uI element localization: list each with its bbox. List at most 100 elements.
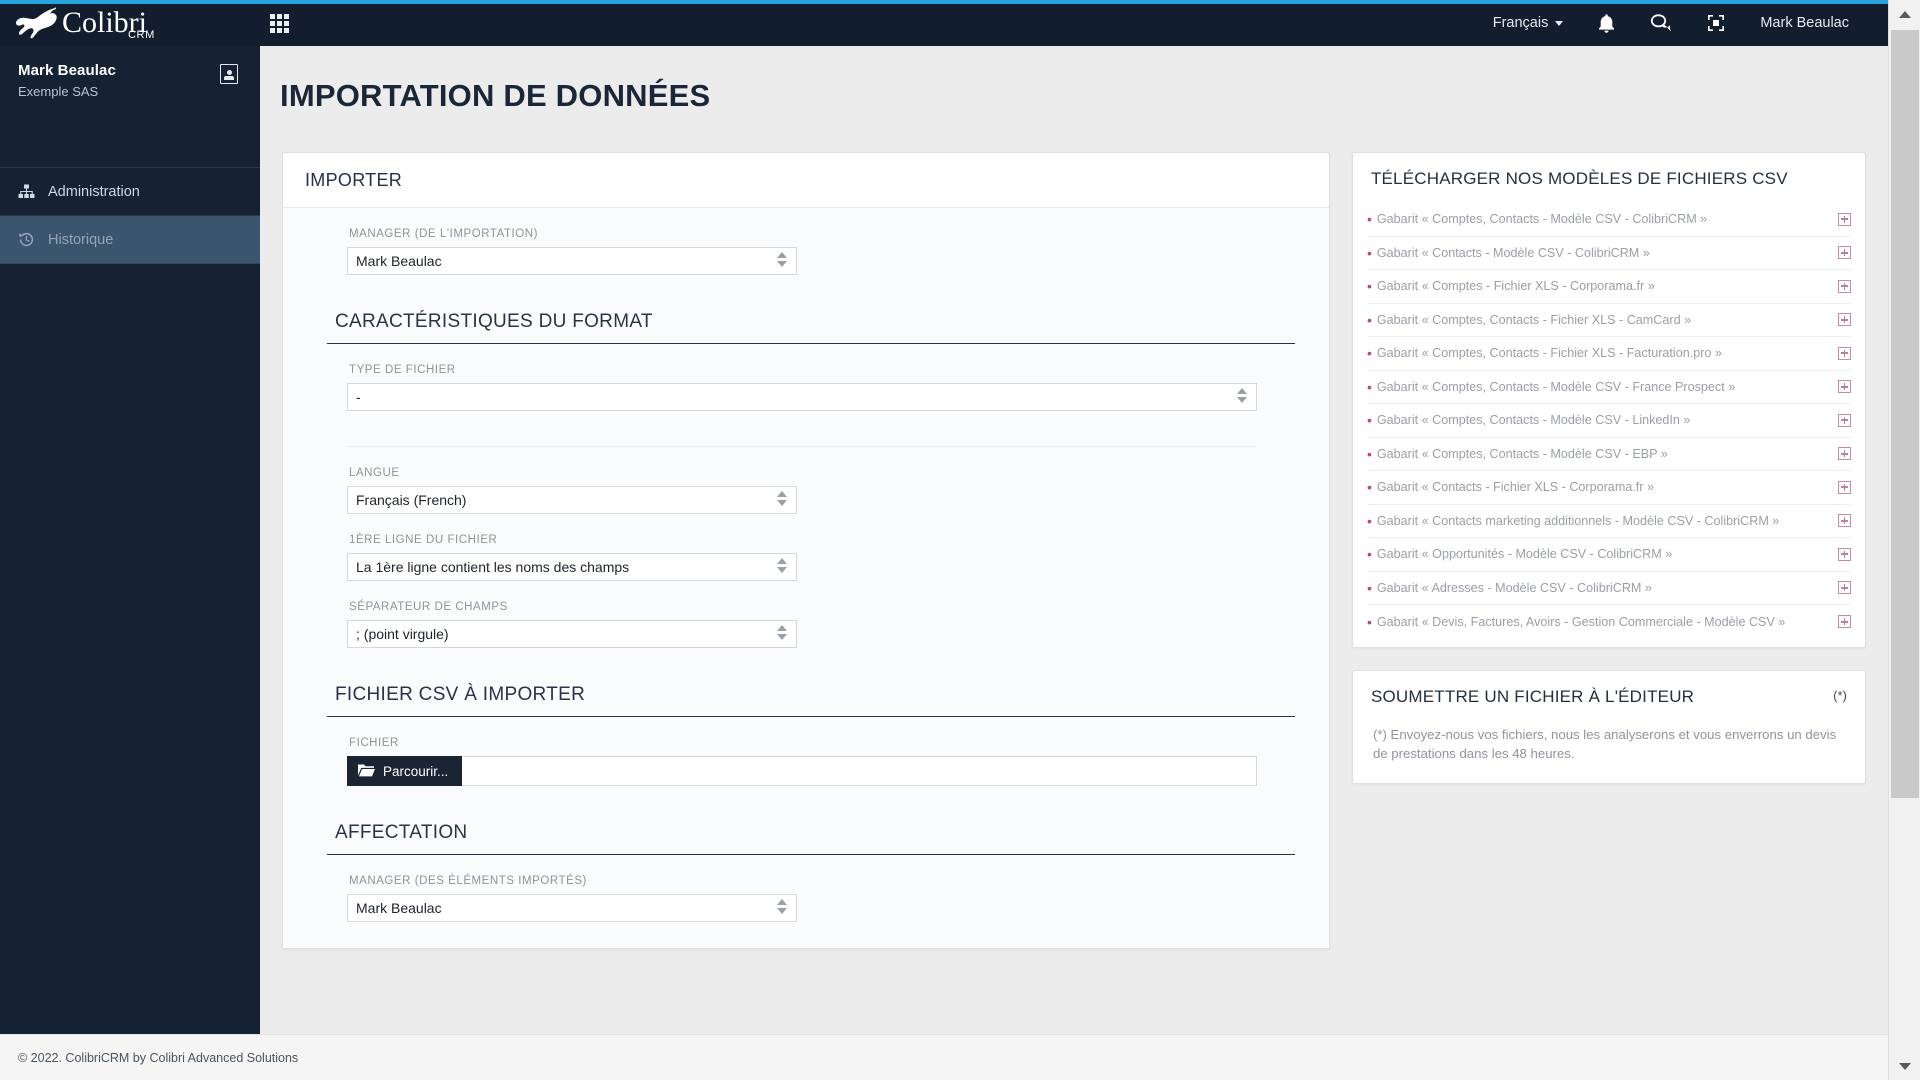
template-label: Gabarit « Adresses - Modèle CSV - Colibr… [1376, 580, 1652, 595]
plus-box-icon[interactable] [1838, 346, 1851, 360]
plus-box-icon[interactable] [1838, 514, 1851, 528]
spinner-arrows-icon [1237, 388, 1247, 403]
first-line-select[interactable]: La 1ère ligne contient les noms des cham… [347, 553, 797, 581]
footer-text: © 2022. ColibriCRM by Colibri Advanced S… [18, 1050, 299, 1065]
fullscreen-button[interactable] [1689, 0, 1743, 46]
contact-card-icon[interactable] [220, 64, 238, 84]
sidebar-item-historique[interactable]: Historique [0, 216, 260, 264]
template-row[interactable]: • Gabarit « Adresses - Modèle CSV - Colib… [1366, 572, 1851, 605]
template-row[interactable]: • Gabarit « Comptes, Contacts - Modèle CS… [1366, 404, 1851, 438]
messages-button[interactable] [1633, 0, 1689, 46]
template-row[interactable]: • Gabarit « Comptes, Contacts - Fichier X… [1366, 337, 1851, 371]
scrollbar-thumb[interactable] [1891, 30, 1919, 798]
browse-button-label: Parcourir... [383, 763, 449, 779]
import-form: MANAGER (DE L'IMPORTATION) Mark Beaulac … [283, 208, 1329, 948]
user-menu-label: Mark Beaulac [1760, 15, 1849, 31]
file-type-label: TYPE DE FICHIER [349, 364, 456, 376]
template-row[interactable]: • Gabarit « Devis, Factures, Avoirs - Ges… [1367, 605, 1851, 639]
file-label: FICHIER [349, 737, 399, 749]
template-row[interactable]: • Gabarit « Contacts marketing additionne… [1366, 505, 1851, 538]
template-label: Gabarit « Comptes, Contacts - Modèle CSV… [1376, 212, 1708, 227]
plus-box-icon[interactable] [1838, 547, 1851, 561]
manager-import-label: MANAGER (DE L'IMPORTATION) [349, 228, 539, 240]
spinner-arrows-icon [777, 625, 787, 640]
separator-value: ; (point virgule) [356, 626, 449, 642]
assign-manager-value: Mark Beaulac [356, 900, 442, 916]
apps-grid-icon[interactable] [270, 13, 289, 33]
submit-panel-note: (*) Envoyez-nous vos fichiers, nous les … [1372, 726, 1837, 761]
field-manager-import: MANAGER (DE L'IMPORTATION) Mark Beaulac [283, 208, 1329, 275]
sidebar-company-name: Exemple SAS [18, 84, 99, 99]
format-divider [347, 411, 1257, 447]
right-column: TÉLÉCHARGER NOS MODÈLES DE FICHIERS CSV … [1351, 152, 1866, 784]
template-label: Gabarit « Comptes, Contacts - Modèle CSV… [1376, 379, 1736, 394]
field-file: FICHIER Parcourir... [283, 717, 1329, 786]
file-path-input[interactable] [462, 757, 1256, 785]
plus-box-icon[interactable] [1838, 447, 1851, 461]
spinner-arrows-icon [777, 899, 787, 914]
language-select[interactable]: Français (French) [347, 486, 797, 514]
brand-suffix: CRM [128, 29, 155, 41]
section-affectation-title: AFFECTATION [327, 786, 1295, 855]
plus-box-icon[interactable] [1838, 480, 1851, 494]
submit-panel-title-text: SOUMETTRE UN FICHIER À L'ÉDITEUR [1370, 686, 1695, 706]
plus-box-icon[interactable] [1838, 212, 1851, 226]
spinner-arrows-icon [777, 252, 787, 267]
org-chart-icon [18, 184, 48, 199]
separator-label: SÉPARATEUR DE CHAMPS [349, 601, 508, 613]
browse-button[interactable]: Parcourir... [347, 756, 463, 786]
manager-import-select[interactable]: Mark Beaulac [347, 247, 797, 275]
user-menu[interactable]: Mark Beaulac [1743, 0, 1866, 46]
first-line-value: La 1ère ligne contient les noms des cham… [356, 559, 630, 575]
fullscreen-icon [1708, 15, 1725, 31]
language-label-form: LANGUE [349, 467, 400, 479]
template-row[interactable]: • Gabarit « Comptes, Contacts - Fichier X… [1366, 304, 1851, 337]
template-row[interactable]: • Gabarit « Opportunités - Modèle CSV - C… [1366, 538, 1851, 572]
template-row[interactable]: • Gabarit « Comptes, Contacts - Modèle CS… [1366, 203, 1851, 237]
page-scrollbar[interactable] [1888, 0, 1920, 1080]
plus-box-icon[interactable] [1838, 313, 1851, 327]
template-label: Gabarit « Contacts marketing additionnel… [1376, 513, 1780, 528]
template-label: Gabarit « Comptes, Contacts - Modèle CSV… [1376, 413, 1691, 428]
content-area: IMPORTER MANAGER (DE L'IMPORTATION) Mark… [260, 114, 1888, 949]
file-type-value: - [356, 389, 361, 405]
first-line-label: 1ÈRE LIGNE DU FICHIER [349, 534, 498, 546]
assign-manager-select[interactable]: Mark Beaulac [347, 894, 797, 922]
section-format-title: CARACTÉRISTIQUES DU FORMAT [327, 275, 1295, 344]
field-file-type: TYPE DE FICHIER - [283, 344, 1329, 411]
file-input-row[interactable]: Parcourir... [347, 756, 1257, 786]
plus-box-icon[interactable] [1838, 246, 1851, 260]
spinner-arrows-icon [777, 491, 787, 506]
plus-box-icon[interactable] [1838, 581, 1851, 595]
plus-box-icon[interactable] [1838, 413, 1851, 427]
bell-icon [1599, 13, 1615, 33]
top-accent-line [0, 0, 1888, 4]
template-row[interactable]: • Gabarit « Comptes, Contacts - Modèle CS… [1366, 371, 1851, 404]
template-row[interactable]: • Gabarit « Comptes, Contacts - Modèle CS… [1366, 438, 1851, 471]
manager-import-value: Mark Beaulac [356, 253, 442, 269]
template-row[interactable]: • Gabarit « Contacts - Modèle CSV - Colib… [1366, 237, 1851, 270]
submit-panel: SOUMETTRE UN FICHIER À L'ÉDITEUR (*) (*)… [1351, 669, 1866, 784]
template-label: Gabarit « Comptes, Contacts - Fichier XL… [1376, 346, 1722, 361]
plus-box-icon[interactable] [1838, 380, 1851, 394]
template-label: Gabarit « Comptes - Fichier XLS - Corpor… [1376, 279, 1655, 294]
scroll-up-button[interactable] [1889, 0, 1920, 28]
language-selector[interactable]: Français [1476, 0, 1581, 46]
notifications-button[interactable] [1580, 0, 1633, 46]
template-label: Gabarit « Comptes, Contacts - Fichier XL… [1376, 312, 1692, 327]
history-clock-icon [18, 231, 48, 248]
file-type-select[interactable]: - [347, 383, 1257, 411]
spinner-arrows-icon [777, 558, 787, 573]
sidebar-item-administration[interactable]: Administration [0, 168, 260, 216]
templates-list: • Gabarit « Comptes, Contacts - Modèle CS… [1353, 203, 1865, 647]
field-first-line: 1ÈRE LIGNE DU FICHIER La 1ère ligne cont… [283, 514, 1329, 581]
template-row[interactable]: • Gabarit « Contacts - Fichier XLS - Corp… [1366, 471, 1851, 505]
plus-box-icon[interactable] [1838, 615, 1851, 629]
field-assign-manager: MANAGER (DES ÉLÉMENTS IMPORTÉS) Mark Bea… [283, 855, 1329, 922]
separator-select[interactable]: ; (point virgule) [347, 620, 797, 648]
template-row[interactable]: • Gabarit « Comptes - Fichier XLS - Corpo… [1366, 270, 1851, 304]
template-label: Gabarit « Comptes, Contacts - Modèle CSV… [1376, 446, 1668, 461]
plus-box-icon[interactable] [1838, 279, 1851, 293]
brand-logo[interactable]: Colibri CRM [0, 0, 260, 46]
scroll-down-button[interactable] [1889, 1052, 1920, 1080]
